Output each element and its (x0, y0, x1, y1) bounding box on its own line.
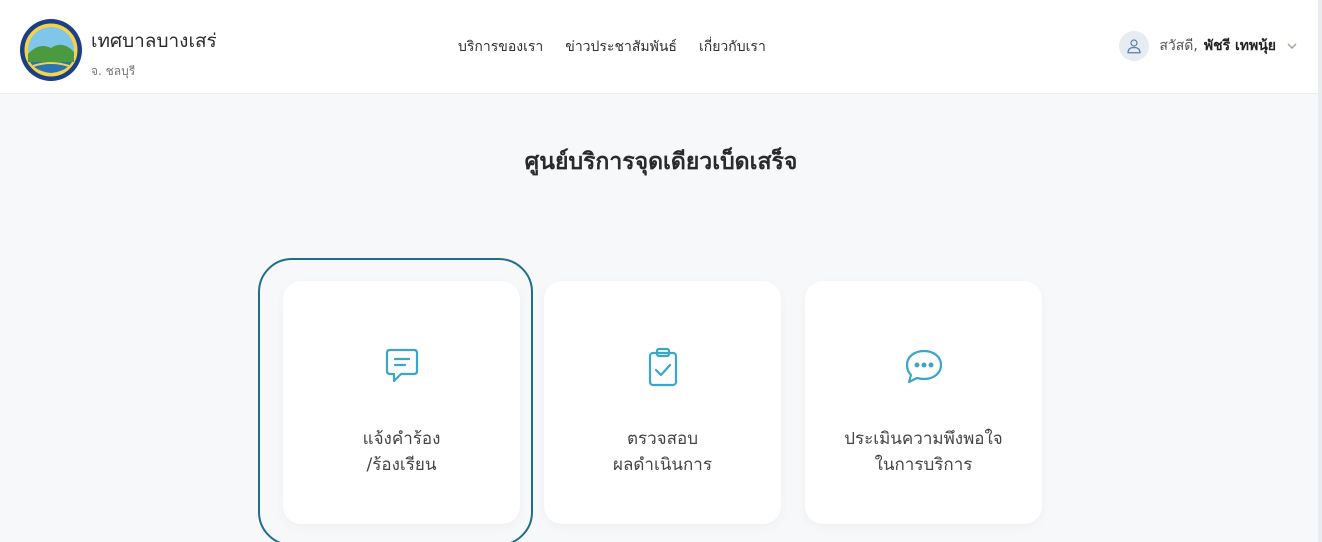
user-greeting: สวัสดี, (1159, 38, 1198, 54)
main-nav: บริการของเรา ข่าวประชาสัมพันธ์ เกี่ยวกับ… (458, 36, 766, 58)
chevron-down-icon[interactable] (1286, 40, 1298, 52)
brand-title: เทศบาลบางเสร่ (91, 30, 217, 52)
page-scrollbar[interactable] (1318, 0, 1322, 542)
top-header: เทศบาลบางเสร่ จ. ชลบุรี บริการของเรา ข่า… (0, 0, 1322, 94)
nav-item-about[interactable]: เกี่ยวกับเรา (699, 36, 766, 58)
card-submit-complaint[interactable]: แจ้งคำร้อง /ร้องเรียน (283, 281, 520, 524)
nav-item-news[interactable]: ข่าวประชาสัมพันธ์ (565, 36, 677, 58)
clipboard-check-icon (648, 347, 677, 387)
brand-subtitle: จ. ชลบุรี (91, 64, 136, 78)
message-square-icon (385, 348, 418, 383)
card-label-line2: /ร้องเรียน (366, 455, 437, 476)
card-label-line1: ประเมินความพึงพอใจ (844, 429, 1003, 449)
chat-bubble-dots-icon (905, 349, 942, 384)
card-label-line2: ผลดำเนินการ (613, 455, 712, 476)
card-label-line1: ตรวจสอบ (626, 429, 699, 449)
user-icon (1127, 39, 1141, 54)
user-menu[interactable]: สวัสดี, พัชรี เทพนุ้ย (1119, 31, 1298, 61)
avatar[interactable] (1119, 31, 1150, 61)
page-title: ศูนย์บริการจุดเดียวเบ็ดเสร็จ (524, 149, 798, 175)
card-satisfaction-survey[interactable]: ประเมินความพึงพอใจ ในการบริการ (805, 281, 1042, 524)
card-label-line1: แจ้งคำร้อง (362, 429, 441, 449)
card-label-line2: ในการบริการ (874, 455, 973, 476)
user-name: พัชรี เทพนุ้ย (1203, 38, 1276, 54)
card-check-progress[interactable]: ตรวจสอบ ผลดำเนินการ (544, 281, 781, 524)
nav-item-services[interactable]: บริการของเรา (458, 36, 543, 58)
municipality-logo[interactable] (19, 18, 83, 82)
